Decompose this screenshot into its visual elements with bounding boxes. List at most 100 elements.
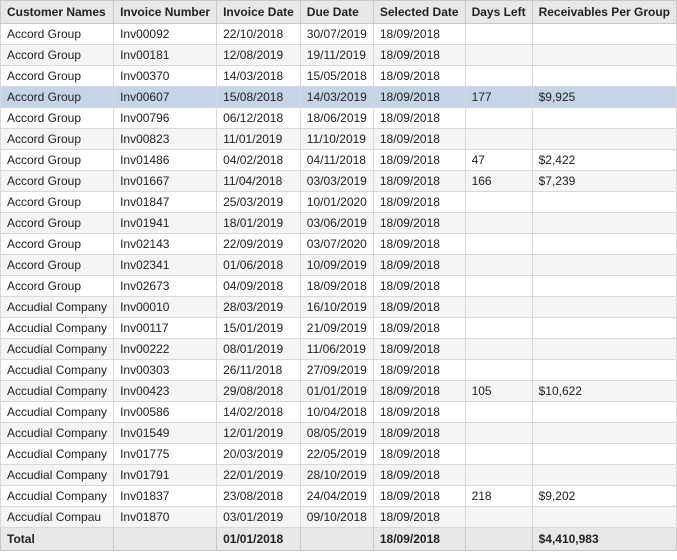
table-row[interactable]: Accord GroupInv0166711/04/201803/03/2019… [1,171,677,192]
cell-due-date: 30/07/2019 [300,24,373,45]
cell-invoice: Inv01486 [114,150,217,171]
table-row[interactable]: Accudial CompanyInv0001028/03/201916/10/… [1,297,677,318]
cell-receivables: $9,925 [532,87,676,108]
cell-invoice-date: 15/08/2018 [217,87,301,108]
cell-invoice: Inv01837 [114,486,217,507]
cell-selected-date: 18/09/2018 [373,108,465,129]
cell-selected-date: 18/09/2018 [373,339,465,360]
cell-selected-date: 18/09/2018 [373,318,465,339]
table-row[interactable]: Accudial CompanyInv0183723/08/201824/04/… [1,486,677,507]
cell-due-date: 16/10/2019 [300,297,373,318]
cell-receivables [532,339,676,360]
cell-selected-date: 18/09/2018 [373,234,465,255]
cell-receivables: $10,622 [532,381,676,402]
cell-days-left [465,339,532,360]
table-row[interactable]: Accudial CompauInv0187003/01/201909/10/2… [1,507,677,528]
col-header-customer: Customer Names [1,1,114,24]
footer-invoice-number [114,528,217,551]
cell-invoice-date: 11/01/2019 [217,129,301,150]
cell-customer: Accord Group [1,213,114,234]
table-row[interactable]: Accord GroupInv0037014/03/201815/05/2018… [1,66,677,87]
cell-customer: Accudial Company [1,465,114,486]
table-row[interactable]: Accord GroupInv0018112/08/201919/11/2019… [1,45,677,66]
table-row[interactable]: Accudial CompanyInv0011715/01/201921/09/… [1,318,677,339]
cell-invoice-date: 06/12/2018 [217,108,301,129]
cell-selected-date: 18/09/2018 [373,255,465,276]
cell-customer: Accord Group [1,276,114,297]
cell-invoice: Inv01775 [114,444,217,465]
cell-receivables [532,129,676,150]
cell-days-left [465,213,532,234]
cell-customer: Accudial Company [1,297,114,318]
cell-invoice: Inv00370 [114,66,217,87]
cell-invoice-date: 01/06/2018 [217,255,301,276]
table-row[interactable]: Accudial CompanyInv0058614/02/201810/04/… [1,402,677,423]
cell-invoice-date: 25/03/2019 [217,192,301,213]
table-row[interactable]: Accord GroupInv0184725/03/201910/01/2020… [1,192,677,213]
cell-invoice: Inv01791 [114,465,217,486]
cell-invoice-date: 29/08/2018 [217,381,301,402]
cell-receivables [532,507,676,528]
cell-invoice-date: 04/09/2018 [217,276,301,297]
cell-invoice-date: 20/03/2019 [217,444,301,465]
cell-days-left: 166 [465,171,532,192]
cell-days-left: 177 [465,87,532,108]
cell-selected-date: 18/09/2018 [373,150,465,171]
cell-days-left [465,66,532,87]
table-row[interactable]: Accudial CompanyInv0022208/01/201911/06/… [1,339,677,360]
cell-invoice: Inv00117 [114,318,217,339]
cell-due-date: 10/04/2018 [300,402,373,423]
table-row[interactable]: Accudial CompanyInv0154912/01/201908/05/… [1,423,677,444]
cell-invoice: Inv02341 [114,255,217,276]
cell-selected-date: 18/09/2018 [373,129,465,150]
cell-receivables [532,402,676,423]
cell-days-left [465,24,532,45]
cell-invoice-date: 12/08/2019 [217,45,301,66]
cell-invoice: Inv02673 [114,276,217,297]
cell-due-date: 01/01/2019 [300,381,373,402]
cell-invoice: Inv00796 [114,108,217,129]
cell-customer: Accord Group [1,150,114,171]
table-row[interactable]: Accord GroupInv0009222/10/201830/07/2019… [1,24,677,45]
cell-selected-date: 18/09/2018 [373,45,465,66]
table-row[interactable]: Accudial CompanyInv0030326/11/201827/09/… [1,360,677,381]
cell-invoice: Inv00586 [114,402,217,423]
cell-receivables [532,297,676,318]
cell-invoice: Inv00823 [114,129,217,150]
table-row[interactable]: Accord GroupInv0148604/02/201804/11/2018… [1,150,677,171]
cell-due-date: 11/10/2019 [300,129,373,150]
cell-customer: Accord Group [1,45,114,66]
table-row[interactable]: Accord GroupInv0267304/09/201818/09/2018… [1,276,677,297]
cell-due-date: 03/06/2019 [300,213,373,234]
table-row[interactable]: Accord GroupInv0060715/08/201814/03/2019… [1,87,677,108]
cell-receivables [532,255,676,276]
cell-invoice: Inv01847 [114,192,217,213]
cell-due-date: 04/11/2018 [300,150,373,171]
table-row[interactable]: Accudial CompanyInv0177520/03/201922/05/… [1,444,677,465]
footer-selected-date: 18/09/2018 [373,528,465,551]
cell-invoice-date: 04/02/2018 [217,150,301,171]
cell-invoice: Inv00222 [114,339,217,360]
table-row[interactable]: Accudial CompanyInv0179122/01/201928/10/… [1,465,677,486]
cell-invoice-date: 14/03/2018 [217,66,301,87]
table-row[interactable]: Accord GroupInv0194118/01/201903/06/2019… [1,213,677,234]
col-header-receivables: Receivables Per Group [532,1,676,24]
cell-selected-date: 18/09/2018 [373,486,465,507]
cell-receivables [532,213,676,234]
table-row[interactable]: Accudial CompanyInv0042329/08/201801/01/… [1,381,677,402]
cell-days-left [465,297,532,318]
footer-due-date [300,528,373,551]
cell-invoice-date: 23/08/2018 [217,486,301,507]
cell-days-left [465,108,532,129]
invoice-table: Customer Names Invoice Number Invoice Da… [0,0,677,551]
footer-label: Total [1,528,114,551]
table-row[interactable]: Accord GroupInv0214322/09/201903/07/2020… [1,234,677,255]
table-row[interactable]: Accord GroupInv0082311/01/201911/10/2019… [1,129,677,150]
table-row[interactable]: Accord GroupInv0234101/06/201810/09/2019… [1,255,677,276]
cell-receivables [532,234,676,255]
cell-receivables [532,444,676,465]
cell-invoice: Inv02143 [114,234,217,255]
table-row[interactable]: Accord GroupInv0079606/12/201818/06/2019… [1,108,677,129]
cell-days-left [465,192,532,213]
cell-receivables [532,192,676,213]
